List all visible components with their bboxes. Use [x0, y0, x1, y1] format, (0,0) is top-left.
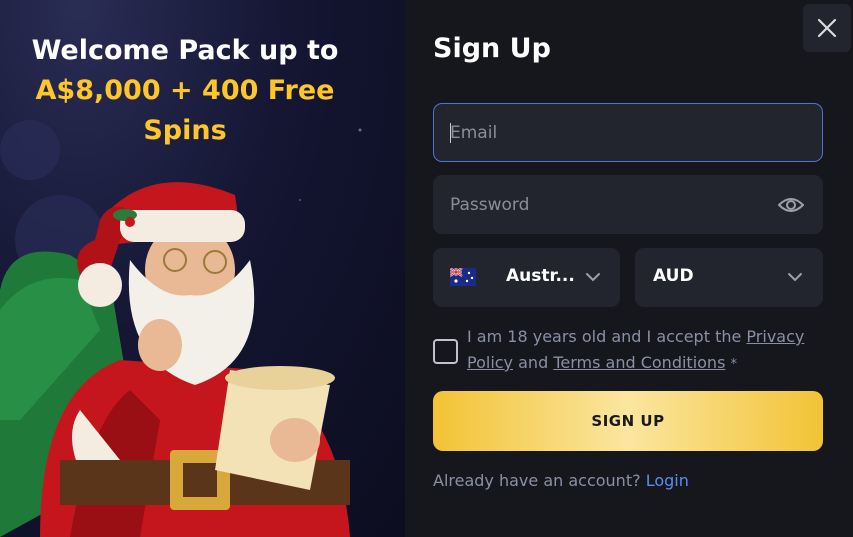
santa-illustration	[0, 182, 350, 537]
currency-select[interactable]: AUD	[635, 248, 823, 307]
australia-flag-icon	[450, 268, 476, 286]
eye-icon[interactable]	[778, 194, 804, 216]
close-button[interactable]	[803, 4, 851, 52]
email-field-wrapper	[433, 103, 823, 162]
terms-text: I am 18 years old and I accept the Priva…	[467, 324, 827, 378]
required-mark: *	[730, 357, 738, 372]
form-title: Sign Up	[433, 33, 551, 64]
terms-conditions-link[interactable]: Terms and Conditions	[553, 353, 725, 372]
chevron-down-icon	[586, 273, 600, 282]
close-icon	[817, 18, 837, 38]
password-field-wrapper	[433, 175, 823, 234]
sign-up-button[interactable]: SIGN UP	[433, 391, 823, 451]
login-prompt-line: Already have an account? Login	[433, 471, 689, 490]
password-input[interactable]	[450, 176, 780, 233]
chevron-down-icon	[788, 273, 802, 282]
login-link[interactable]: Login	[646, 471, 689, 490]
country-value: Austr...	[506, 266, 575, 286]
promo-title-line2: A$8,000 + 400 Free Spins	[35, 75, 335, 146]
email-input[interactable]	[450, 104, 780, 161]
promo-title-line1: Welcome Pack up to	[31, 35, 339, 66]
terms-and: and	[518, 353, 549, 372]
promo-panel: Welcome Pack up to A$8,000 + 400 Free Sp…	[0, 0, 405, 537]
terms-prefix: I am 18 years old and I accept the	[467, 327, 742, 346]
login-prompt: Already have an account?	[433, 471, 641, 490]
country-select[interactable]: Austr...	[433, 248, 620, 307]
currency-value: AUD	[653, 266, 694, 286]
terms-checkbox[interactable]	[433, 339, 458, 364]
